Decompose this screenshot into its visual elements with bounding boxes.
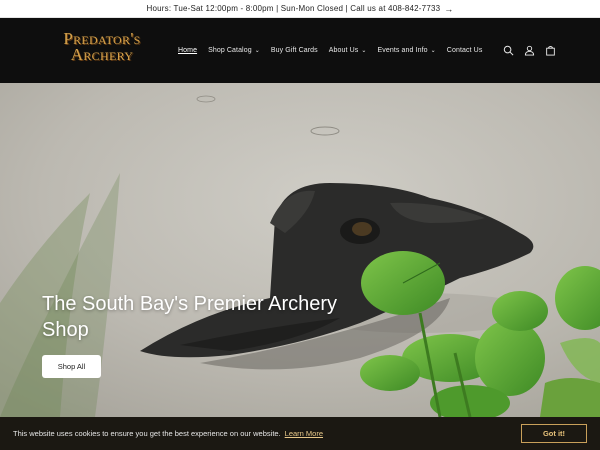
- chevron-down-icon: ⌄: [361, 48, 367, 54]
- logo[interactable]: Predator's Archery: [42, 30, 162, 69]
- announcement-text: Hours: Tue-Sat 12:00pm - 8:00pm | Sun-Mo…: [146, 4, 441, 13]
- nav-item-contact[interactable]: Contact Us: [447, 47, 483, 54]
- logo-line-2: Archery: [70, 45, 134, 64]
- hero-title: The South Bay's Premier Archery Shop: [42, 293, 338, 341]
- chevron-down-icon: ⌄: [430, 48, 436, 54]
- main-nav: Home Shop Catalog ⌄ Buy Gift Cards About…: [178, 18, 493, 83]
- account-icon[interactable]: [523, 45, 535, 57]
- nav-shop-catalog-label: Shop Catalog: [208, 47, 252, 54]
- announcement-bar[interactable]: Hours: Tue-Sat 12:00pm - 8:00pm | Sun-Mo…: [0, 0, 600, 18]
- nav-about-label: About Us: [328, 47, 359, 54]
- nav-item-home[interactable]: Home: [178, 47, 197, 54]
- arrow-right-icon: →: [444, 3, 454, 14]
- cookie-consent-bar: This website uses cookies to ensure you …: [0, 417, 600, 450]
- site-header: Predator's Archery Home Shop Catalog ⌄ B…: [0, 18, 600, 83]
- hero-banner: The South Bay's Premier Archery Shop Sho…: [0, 83, 600, 417]
- nav-item-about[interactable]: About Us ⌄: [329, 47, 367, 54]
- learn-more-link[interactable]: Learn More: [285, 429, 323, 438]
- accept-cookies-button[interactable]: Got it!: [521, 424, 587, 443]
- chevron-down-icon: ⌄: [254, 48, 260, 54]
- nav-contact-label: Contact Us: [446, 47, 483, 54]
- nav-item-shop-catalog[interactable]: Shop Catalog ⌄: [208, 47, 260, 54]
- nav-item-gift-cards[interactable]: Buy Gift Cards: [271, 47, 318, 54]
- nav-events-label: Events and Info: [377, 47, 428, 54]
- header-icons: [493, 18, 556, 83]
- search-icon[interactable]: [502, 45, 514, 57]
- nav-item-events[interactable]: Events and Info ⌄: [378, 47, 436, 54]
- cart-icon[interactable]: [544, 45, 556, 57]
- cookie-message: This website uses cookies to ensure you …: [13, 429, 281, 438]
- shop-all-button[interactable]: Shop All: [42, 355, 101, 378]
- nav-home-label: Home: [178, 47, 198, 54]
- nav-gift-cards-label: Buy Gift Cards: [270, 47, 318, 54]
